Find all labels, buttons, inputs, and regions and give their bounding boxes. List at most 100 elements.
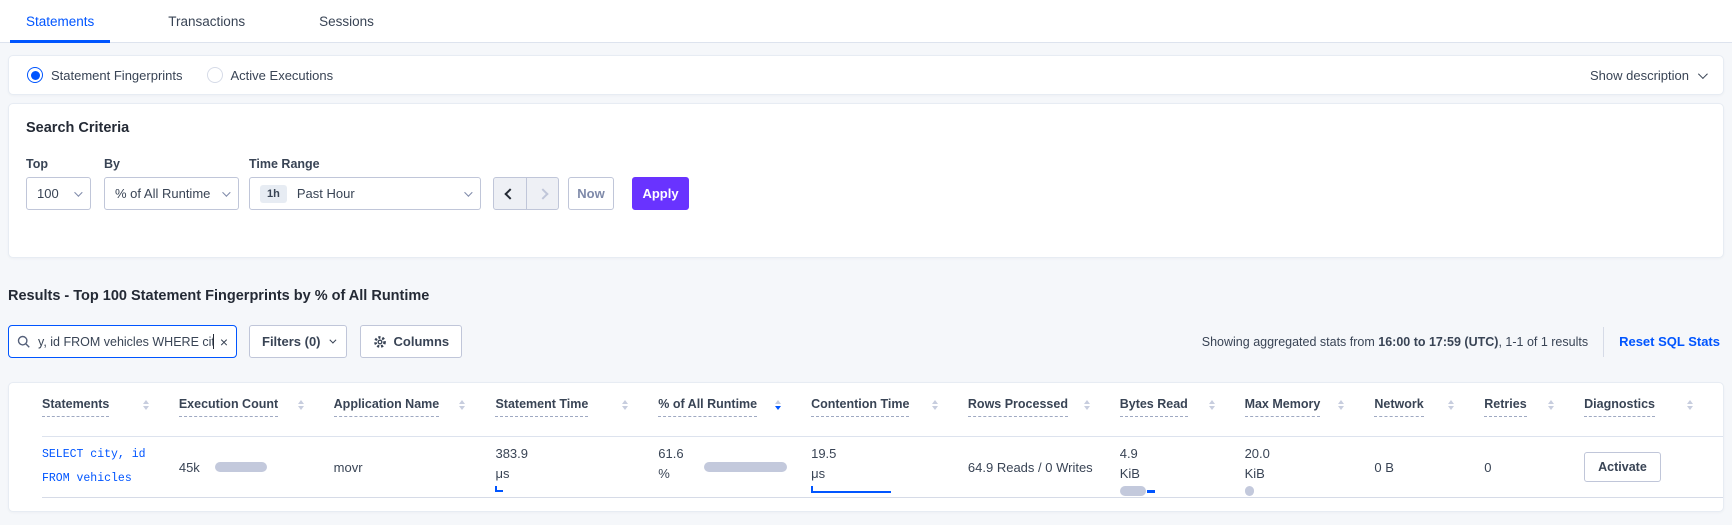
contention-time-bar: [811, 486, 892, 494]
aggregated-stats-text: Showing aggregated stats from 16:00 to 1…: [1201, 334, 1589, 349]
search-input[interactable]: y, id FROM vehicles WHERE city = $1 ×: [8, 325, 237, 358]
reset-sql-stats-link[interactable]: Reset SQL Stats: [1619, 334, 1720, 349]
time-range-value: Past Hour: [296, 186, 355, 201]
search-icon: [17, 335, 30, 348]
top-select[interactable]: 100: [26, 177, 91, 210]
time-range-label: Time Range: [249, 157, 320, 171]
col-header-diagnostics[interactable]: Diagnostics: [1584, 397, 1723, 436]
statements-table: Statements Execution Count Application N…: [8, 382, 1724, 512]
col-header-contention-time[interactable]: Contention Time: [811, 397, 968, 436]
gear-icon: [373, 335, 386, 348]
columns-button[interactable]: Columns: [359, 325, 463, 358]
statement-time-bar: [495, 486, 504, 493]
sort-icon[interactable]: [459, 397, 466, 410]
cell-contention-time: 19.5 μs: [811, 437, 968, 497]
sort-icon[interactable]: [931, 397, 938, 410]
filters-button[interactable]: Filters (0): [249, 325, 347, 358]
by-select[interactable]: % of All Runtime: [104, 177, 239, 210]
statement-fingerprint-link[interactable]: SELECT city, id FROM vehicles: [42, 443, 146, 491]
text-caret: [212, 334, 214, 349]
table-row: SELECT city, id FROM vehicles 45k movr 3…: [42, 437, 1723, 498]
chevron-down-icon: [464, 187, 473, 197]
col-header-statement-time[interactable]: Statement Time: [495, 397, 658, 436]
search-criteria-panel: Search Criteria Top 100 By % of All Runt…: [8, 103, 1724, 258]
top-label: Top: [26, 157, 48, 171]
stats-time-range: 16:00 to 17:59 (UTC): [1378, 334, 1499, 349]
divider: [1603, 326, 1605, 357]
chevron-left-icon: [504, 187, 516, 200]
by-label: By: [104, 157, 120, 171]
time-next-button[interactable]: [526, 178, 558, 209]
cell-pct-runtime: 61.6 %: [658, 437, 811, 497]
col-header-bytes-read[interactable]: Bytes Read: [1119, 397, 1245, 436]
table-header-row: Statements Execution Count Application N…: [42, 383, 1723, 437]
col-header-application-name[interactable]: Application Name: [333, 397, 496, 436]
chevron-down-icon: [328, 336, 336, 344]
search-input-value: y, id FROM vehicles WHERE city = $1: [38, 334, 213, 349]
top-select-value: 100: [37, 186, 59, 201]
clear-search-icon[interactable]: ×: [220, 334, 228, 350]
sql-activity-tabbar: Statements Transactions Sessions: [0, 0, 1732, 43]
results-toolbar: y, id FROM vehicles WHERE city = $1 × Fi…: [8, 325, 1724, 358]
chevron-right-icon: [536, 187, 549, 200]
radio-active-executions[interactable]: Active Executions: [206, 67, 334, 83]
sort-icon[interactable]: [1548, 397, 1555, 410]
sort-icon[interactable]: [142, 397, 149, 410]
col-header-rows-processed[interactable]: Rows Processed: [967, 397, 1120, 436]
cell-statement-time: 383.9 μs: [495, 437, 658, 497]
sort-icon[interactable]: [1448, 397, 1455, 410]
time-prev-button[interactable]: [494, 178, 526, 209]
sort-icon[interactable]: [297, 397, 304, 410]
bytes-read-bar: [1119, 486, 1155, 497]
chevron-down-icon: [74, 187, 83, 197]
time-nav-group: [493, 177, 559, 210]
sort-icon[interactable]: [1686, 397, 1693, 410]
chevron-down-icon: [222, 187, 231, 197]
radio-unselected-icon: [206, 67, 223, 83]
col-header-statements[interactable]: Statements: [42, 397, 179, 436]
view-toggle-row: Statement Fingerprints Active Executions…: [8, 55, 1724, 95]
cell-bytes-read: 4.9 KiB: [1119, 437, 1245, 497]
sort-icon[interactable]: [1083, 397, 1090, 410]
apply-button[interactable]: Apply: [632, 177, 689, 210]
tab-sessions[interactable]: Sessions: [303, 0, 390, 42]
show-description-toggle[interactable]: Show description: [1590, 67, 1708, 83]
show-description-label: Show description: [1590, 67, 1689, 83]
cell-network: 0 B: [1374, 459, 1394, 475]
cell-max-memory: 20.0 KiB: [1244, 437, 1375, 497]
chevron-down-icon: [1697, 68, 1708, 79]
sort-icon[interactable]: [1338, 397, 1345, 410]
pct-runtime-bar: [704, 462, 788, 472]
search-criteria-title: Search Criteria: [26, 120, 130, 136]
col-header-pct-runtime[interactable]: % of All Runtime: [658, 397, 811, 436]
col-header-max-memory[interactable]: Max Memory: [1244, 397, 1375, 436]
tab-transactions[interactable]: Transactions: [152, 0, 261, 42]
cell-diagnostics: Activate: [1584, 437, 1723, 497]
radio-statement-fingerprints[interactable]: Statement Fingerprints: [27, 67, 183, 83]
cell-rows-processed: 64.9 Reads / 0 Writes: [967, 459, 1093, 475]
sort-icon-desc-active[interactable]: [775, 397, 782, 410]
columns-button-label: Columns: [393, 334, 450, 349]
col-header-execution-count[interactable]: Execution Count: [178, 397, 334, 436]
results-title: Results - Top 100 Statement Fingerprints…: [8, 288, 430, 304]
max-memory-bar: [1244, 486, 1254, 497]
col-header-network[interactable]: Network: [1374, 397, 1484, 436]
cell-retries: 0: [1484, 459, 1492, 475]
by-select-value: % of All Runtime: [115, 186, 211, 201]
cell-application-name: movr: [333, 459, 363, 475]
tab-statements[interactable]: Statements: [10, 0, 111, 43]
now-button[interactable]: Now: [568, 177, 614, 210]
sort-icon[interactable]: [622, 397, 629, 410]
time-range-badge: 1h: [260, 184, 287, 203]
sort-icon[interactable]: [1208, 397, 1215, 410]
execution-count-bar: [214, 462, 267, 472]
cell-execution-count: 45k: [179, 437, 334, 497]
filters-button-label: Filters (0): [262, 334, 321, 349]
time-range-select[interactable]: 1h Past Hour: [249, 177, 481, 210]
radio-label: Active Executions: [230, 67, 334, 83]
page-content: Statement Fingerprints Active Executions…: [0, 43, 1732, 512]
col-header-retries[interactable]: Retries: [1484, 397, 1584, 436]
activate-diagnostics-button[interactable]: Activate: [1584, 452, 1661, 482]
radio-label: Statement Fingerprints: [51, 67, 183, 83]
cell-statement: SELECT city, id FROM vehicles: [42, 437, 179, 497]
